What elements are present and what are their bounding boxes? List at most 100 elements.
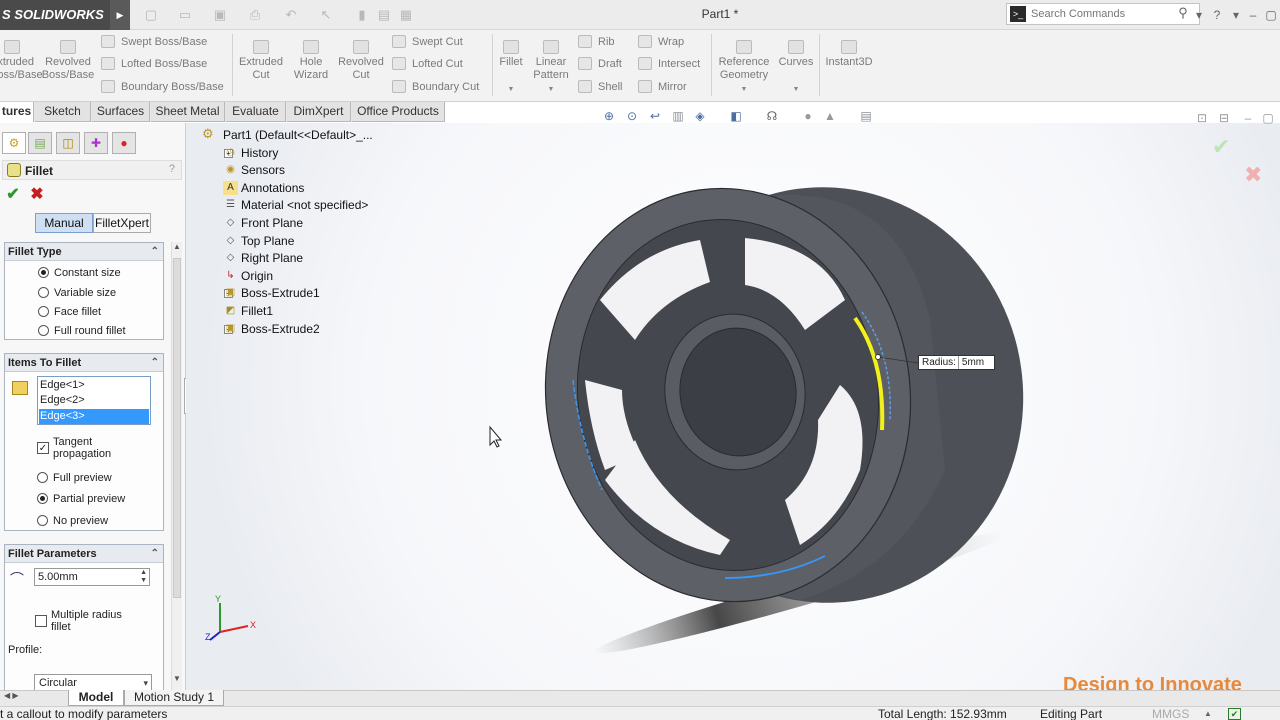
tree-root[interactable]: Part1 (Default<<Default>_... <box>223 127 373 144</box>
curves-dropdown-icon[interactable]: ▼ <box>776 83 816 96</box>
revolved-cut-button[interactable]: Revolved Cut <box>336 34 386 94</box>
hide-show-icon[interactable]: ☊ <box>764 108 780 124</box>
radio-variable-size[interactable]: Variable size <box>38 285 158 301</box>
section-view-icon[interactable]: ▥ <box>670 108 686 124</box>
tab-manual[interactable]: Manual <box>35 213 93 233</box>
boundary-boss-button[interactable]: Boundary Boss/Base <box>99 78 229 96</box>
tab-filletxpert[interactable]: FilletXpert <box>93 213 151 233</box>
tree-item-top-plane[interactable]: ◇ Top Plane <box>227 233 295 250</box>
property-manager-tab-icon[interactable]: ▤ <box>28 132 52 154</box>
refgeom-dropdown-icon[interactable]: ▼ <box>714 83 774 96</box>
open-icon[interactable]: ▭ <box>177 7 193 23</box>
wrap-button[interactable]: Wrap <box>636 33 706 51</box>
draft-button[interactable]: Draft <box>576 55 632 73</box>
tab-evaluate[interactable]: Evaluate <box>226 102 286 122</box>
scroll-left-icon[interactable]: ◀ ▶ <box>4 691 19 700</box>
shell-button[interactable]: Shell <box>576 78 632 96</box>
options-icon[interactable]: ▦ <box>398 7 414 23</box>
save-icon[interactable]: ▣ <box>212 7 228 23</box>
fillet-type-header[interactable]: Fillet Type ⌃ <box>5 243 163 261</box>
list-item[interactable]: Edge<2> <box>39 393 149 408</box>
radio-full-preview[interactable]: Full preview <box>37 470 157 486</box>
help-icon[interactable]: ? <box>169 163 175 175</box>
intersect-button[interactable]: Intersect <box>636 55 706 73</box>
radius-callout[interactable]: Radius: 5mm <box>918 355 995 370</box>
list-item[interactable]: Edge<1> <box>39 378 149 393</box>
tangent-propagation-checkbox[interactable]: ✓ <box>37 442 49 454</box>
collapse-icon[interactable]: ⌃ <box>151 354 159 372</box>
spinner-icon[interactable]: ▲ ▼ <box>140 569 147 585</box>
status-units[interactable]: MMGS <box>1152 707 1189 720</box>
help-dropdown-icon[interactable]: ▾ <box>1227 6 1245 24</box>
tree-item-fillet1[interactable]: ◩ Fillet1 <box>226 303 273 320</box>
mirror-button[interactable]: Mirror <box>636 78 706 96</box>
profile-select[interactable]: Circular ▾ <box>34 674 152 691</box>
callout-value[interactable]: 5mm <box>957 356 984 369</box>
tree-item-boss-extrude1[interactable]: + ▣ Boss-Extrude1 <box>224 285 320 302</box>
zoom-area-icon[interactable]: ⊙ <box>624 108 640 124</box>
rib-button[interactable]: Rib <box>576 33 632 51</box>
reference-geometry-button[interactable]: Reference Geometry ▼ <box>714 34 774 94</box>
rebuild-status-icon[interactable]: ✔ <box>1228 708 1241 720</box>
tab-surfaces[interactable]: Surfaces <box>92 102 150 122</box>
tab-dimxpert[interactable]: DimXpert <box>287 102 351 122</box>
collapse-icon[interactable]: ⌃ <box>151 243 159 261</box>
menu-arrow-icon[interactable]: ▶ <box>110 0 130 30</box>
collapse-icon[interactable]: ⌃ <box>151 545 159 563</box>
dimxpert-tab-icon[interactable]: ✚ <box>84 132 108 154</box>
radio-face-fillet[interactable]: Face fillet <box>38 304 158 320</box>
hole-wizard-button[interactable]: Hole Wizard <box>287 34 335 94</box>
tab-features[interactable]: tures <box>0 102 34 122</box>
file-props-icon[interactable]: ▤ <box>376 7 392 23</box>
tree-item-front-plane[interactable]: ◇ Front Plane <box>227 215 303 232</box>
tab-sketch[interactable]: Sketch <box>35 102 91 122</box>
multiple-radius-checkbox[interactable] <box>35 615 47 627</box>
fillet-button[interactable]: Fillet ▼ <box>494 34 528 94</box>
boundary-cut-button[interactable]: Boundary Cut <box>390 78 490 96</box>
parameters-header[interactable]: Fillet Parameters ⌃ <box>5 545 163 563</box>
lofted-boss-button[interactable]: Lofted Boss/Base <box>99 55 224 73</box>
ok-check-icon[interactable]: ✔ <box>4 186 22 204</box>
fillet-dropdown-icon[interactable]: ▼ <box>494 83 528 96</box>
tab-sheet-metal[interactable]: Sheet Metal <box>151 102 225 122</box>
tree-item-annotations[interactable]: +AAnnotations <box>223 180 304 197</box>
maximize-icon[interactable]: ▢ <box>1262 6 1280 24</box>
lofted-cut-button[interactable]: Lofted Cut <box>390 55 485 73</box>
extruded-cut-button[interactable]: Extruded Cut <box>236 34 286 94</box>
doc-minimize-icon[interactable]: – <box>1240 110 1256 126</box>
scene-icon[interactable]: ▲ <box>822 108 838 124</box>
radius-input[interactable]: 5.00mm ▲ ▼ <box>34 568 150 586</box>
minimize-icon[interactable]: – <box>1244 6 1262 24</box>
zoom-fit-icon[interactable]: ⊕ <box>601 108 617 124</box>
rebuild-icon[interactable]: ▮ <box>354 7 370 23</box>
search-icon[interactable]: ⚲ <box>1175 5 1191 23</box>
tree-item-sensors[interactable]: ◉ Sensors <box>226 162 285 179</box>
split-view-icon[interactable]: ⊡ <box>1194 110 1210 126</box>
view-settings-icon[interactable]: ▤ <box>858 108 874 124</box>
edges-selection-list[interactable]: Edge<1> Edge<2> Edge<3> <box>37 376 151 425</box>
configuration-tab-icon[interactable]: ◫ <box>56 132 80 154</box>
radio-no-preview[interactable]: No preview <box>37 513 157 529</box>
swept-cut-button[interactable]: Swept Cut <box>390 33 485 51</box>
display-manager-tab-icon[interactable]: ● <box>112 132 136 154</box>
print-icon[interactable]: ⎙ <box>247 7 263 23</box>
display-style-icon[interactable]: ◧ <box>728 108 744 124</box>
scroll-down-icon[interactable]: ▼ <box>173 674 181 683</box>
doc-maximize-icon[interactable]: ▢ <box>1260 110 1276 126</box>
instant3d-button[interactable]: Instant3D <box>822 34 876 94</box>
tab-motion-study[interactable]: Motion Study 1 <box>124 690 224 706</box>
scroll-up-icon[interactable]: ▲ <box>173 242 181 251</box>
confirm-cancel-icon[interactable]: ✖ <box>1244 162 1262 188</box>
tree-item-history[interactable]: + ◷ History <box>224 145 278 162</box>
radio-partial-preview[interactable]: Partial preview <box>37 491 157 507</box>
feature-tree-tab-icon[interactable]: ⚙ <box>2 132 26 154</box>
search-box[interactable]: >_ ⚲ <box>1006 3 1200 25</box>
items-header[interactable]: Items To Fillet ⌃ <box>5 354 163 372</box>
previous-view-icon[interactable]: ↩ <box>647 108 663 124</box>
confirm-check-icon[interactable]: ✔ <box>1212 134 1230 160</box>
radio-full-round[interactable]: Full round fillet <box>38 323 158 339</box>
tab-model[interactable]: Model <box>68 690 124 706</box>
tab-office-products[interactable]: Office Products <box>352 102 445 122</box>
cancel-x-icon[interactable]: ✖ <box>28 186 46 204</box>
tree-item-material[interactable]: ☰ Material <not specified> <box>226 197 368 214</box>
